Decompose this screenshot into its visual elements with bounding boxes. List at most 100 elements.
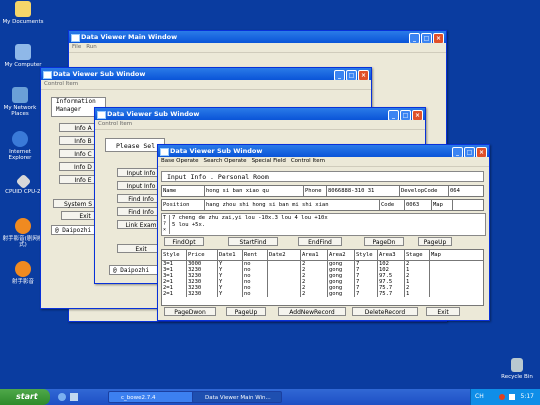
name-field[interactable]: hong si ban xiao qu: [204, 185, 304, 197]
app-icon: [43, 71, 52, 79]
window-title: Data Viewer Sub Window: [53, 70, 146, 78]
table-cell: [429, 291, 484, 297]
sub-window-titlebar[interactable]: Data Viewer Sub Window _ □ ×: [41, 68, 371, 80]
minimize-icon[interactable]: _: [452, 147, 463, 157]
add-new-record-button[interactable]: AddNewRecord: [278, 307, 346, 316]
map-field[interactable]: [452, 199, 484, 211]
icon-label: 射手影音(剧网模式): [2, 236, 44, 248]
sub-window-titlebar[interactable]: Data Viewer Sub Window _ □ ×: [95, 108, 425, 120]
develop-code-label: DevelopCode: [399, 185, 449, 197]
icon-label: My Network Places: [3, 105, 37, 117]
develop-code-field[interactable]: 064: [448, 185, 484, 197]
menu-search-operate[interactable]: Search Operate: [204, 158, 247, 164]
grid-header[interactable]: Area3: [377, 249, 405, 261]
footer-text: @ Daipozhi: [113, 267, 150, 274]
quick-launch-desktop-icon[interactable]: [70, 393, 78, 401]
task-data-viewer[interactable]: Data Viewer Main Win...: [192, 391, 282, 403]
maximize-icon[interactable]: □: [346, 70, 357, 80]
menu-special-field[interactable]: Special Field: [252, 158, 286, 164]
phone-field[interactable]: 8066888-310 31: [326, 185, 400, 197]
map-label: Map: [431, 199, 453, 211]
table-row[interactable]: 2=1 3230 Yno 2 gong 7 75.7 1: [161, 291, 484, 297]
page-down-button[interactable]: PageDn: [364, 237, 404, 246]
code-field[interactable]: 0063: [404, 199, 432, 211]
icon-label: Recycle Bin: [501, 374, 533, 380]
my-network-places-icon[interactable]: My Network Places: [0, 87, 40, 117]
grid-header[interactable]: Area1: [300, 249, 328, 261]
main-window-titlebar[interactable]: Data Viewer Main Window _ □ ×: [69, 31, 446, 43]
end-find-button[interactable]: EndFind: [298, 237, 342, 246]
maximize-icon[interactable]: □: [400, 110, 411, 120]
sub-menu-bar: Control Item: [95, 120, 425, 130]
sub-window-3[interactable]: Data Viewer Sub Window _ □ × Base Operate S…: [157, 144, 490, 321]
minimize-icon[interactable]: _: [409, 33, 420, 43]
menu-file[interactable]: File: [72, 44, 81, 50]
grid-header[interactable]: Date2: [267, 249, 301, 261]
window-title: Data Viewer Sub Window: [170, 147, 263, 155]
clock: 5:17: [520, 393, 534, 400]
maximize-icon[interactable]: □: [421, 33, 432, 43]
start-button[interactable]: start: [0, 389, 50, 405]
sub-menu-bar: Control Item: [41, 80, 371, 90]
table-cell: Y: [217, 291, 243, 297]
page-up-bottom-button[interactable]: PageUp: [226, 307, 266, 316]
close-icon[interactable]: ×: [476, 147, 487, 157]
grid-header[interactable]: Map: [429, 249, 484, 261]
menu-control-item[interactable]: Control Item: [291, 158, 325, 164]
grid-header[interactable]: Stage: [404, 249, 430, 261]
grid-header[interactable]: Style: [161, 249, 187, 261]
table-cell: 2=1: [161, 291, 187, 297]
minimize-icon[interactable]: _: [334, 70, 345, 80]
note-field[interactable]: 7 cheng de zhu zai,yi lou -10x.3 lou 4 l…: [172, 215, 328, 229]
exit-button[interactable]: Exit: [426, 307, 460, 316]
table-cell: [267, 291, 301, 297]
app-icon: [97, 111, 106, 119]
tray-app-icon[interactable]: [499, 394, 505, 400]
sub-window-titlebar[interactable]: Data Viewer Sub Window _ □ ×: [158, 145, 489, 157]
minimize-icon[interactable]: _: [388, 110, 399, 120]
menu-control-item[interactable]: Control Item: [44, 81, 78, 87]
my-computer-icon[interactable]: My Computer: [0, 44, 46, 68]
record-form: Name hong si ban xiao qu Phone 8066888-3…: [161, 185, 484, 197]
close-icon[interactable]: ×: [358, 70, 369, 80]
window-title: Data Viewer Main Window: [81, 33, 178, 41]
grid-header[interactable]: Style: [354, 249, 378, 261]
app-icon: [160, 148, 169, 156]
volume-icon[interactable]: [509, 394, 515, 400]
name-label: Name: [161, 185, 205, 197]
close-icon[interactable]: ×: [412, 110, 423, 120]
grid-header[interactable]: Price: [186, 249, 218, 261]
record-form-2: Position hang zhou shi hong si ban mi sh…: [161, 199, 484, 211]
page-up-button[interactable]: PageUp: [418, 237, 452, 246]
start-find-button[interactable]: StartFind: [228, 237, 278, 246]
table-cell: 75.7: [377, 291, 405, 297]
task-bowe[interactable]: c_bowe2.7.4: [108, 391, 194, 403]
find-opt-button[interactable]: FindOpt: [164, 237, 204, 246]
maximize-icon[interactable]: □: [464, 147, 475, 157]
ime-indicator[interactable]: CH: [475, 389, 484, 405]
my-documents-icon[interactable]: My Documents: [0, 1, 46, 25]
main-menu-bar: File Run: [69, 43, 446, 53]
grid-header[interactable]: Area2: [327, 249, 355, 261]
menu-base-operate[interactable]: Base Operate: [161, 158, 199, 164]
table-cell: 1: [404, 291, 430, 297]
table-cell: 2: [300, 291, 328, 297]
internet-explorer-icon[interactable]: Internet Explorer: [0, 131, 40, 161]
menu-control-item[interactable]: Control Item: [98, 121, 132, 127]
position-field[interactable]: hang zhou shi hong si ban mi shi xian: [204, 199, 380, 211]
grid-header[interactable]: Date1: [217, 249, 243, 261]
phone-label: Phone: [303, 185, 327, 197]
position-label: Position: [161, 199, 205, 211]
grid-header[interactable]: Rent: [242, 249, 268, 261]
icon-label: My Computer: [4, 62, 42, 68]
records-grid: Style Price Date1 Rent Date2 Area1 Area2…: [161, 249, 484, 297]
select-prompt-text: Please Sel: [116, 142, 156, 150]
delete-record-button[interactable]: DeleteRecord: [352, 307, 418, 316]
icon-label: My Documents: [2, 19, 44, 25]
window-title: Data Viewer Sub Window: [107, 110, 200, 118]
menu-run[interactable]: Run: [86, 44, 97, 50]
close-icon[interactable]: ×: [433, 33, 444, 43]
page-down-bottom-button[interactable]: PageDwon: [164, 307, 216, 316]
recycle-bin-icon[interactable]: Recycle Bin: [494, 358, 540, 380]
quick-launch-ie-icon[interactable]: [58, 393, 66, 401]
